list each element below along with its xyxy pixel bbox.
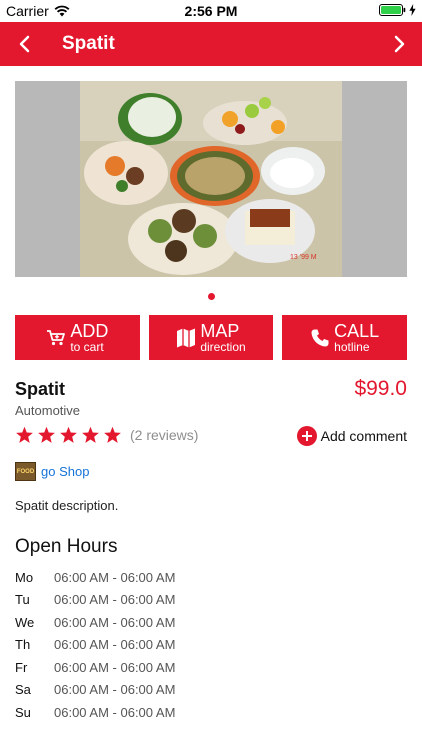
go-shop-label: go Shop bbox=[41, 464, 90, 479]
product-image-carousel[interactable]: 13 '99 M bbox=[15, 81, 407, 277]
star-icon bbox=[104, 426, 121, 443]
hours-row: Su 06:00 AM - 06:00 AM bbox=[15, 701, 315, 724]
hours-row: We 06:00 AM - 06:00 AM bbox=[15, 611, 315, 634]
hours-row: Fr 06:00 AM - 06:00 AM bbox=[15, 656, 315, 679]
map-icon bbox=[177, 328, 196, 347]
hours-day: Mo bbox=[15, 569, 34, 585]
status-right bbox=[379, 4, 416, 16]
open-hours-title: Open Hours bbox=[15, 536, 118, 557]
phone-icon bbox=[311, 329, 329, 346]
product-category: Automotive bbox=[15, 403, 81, 418]
hours-row: Mo 06:00 AM - 06:00 AM bbox=[15, 566, 315, 589]
add-comment-button[interactable]: Add comment bbox=[296, 426, 407, 446]
back-button[interactable] bbox=[10, 30, 38, 58]
product-price: $99.0 bbox=[354, 377, 407, 400]
action-buttons: ADD to cart MAP direction CALL hotline bbox=[15, 315, 408, 360]
hours-day: Su bbox=[15, 704, 31, 720]
star-icon bbox=[60, 426, 77, 443]
hours-day: Tu bbox=[15, 592, 30, 608]
review-count[interactable]: (2 reviews) bbox=[130, 427, 198, 443]
forward-button[interactable] bbox=[386, 30, 414, 58]
hours-time: 06:00 AM - 06:00 AM bbox=[54, 637, 176, 653]
call-hotline-button[interactable]: CALL hotline bbox=[282, 315, 408, 360]
svg-text:13 '99 M: 13 '99 M bbox=[290, 254, 317, 261]
hours-row: Tu 06:00 AM - 06:00 AM bbox=[15, 589, 315, 612]
call-sublabel: hotline bbox=[334, 340, 370, 354]
page-title: Spatit bbox=[62, 33, 115, 54]
hours-time: 06:00 AM - 06:00 AM bbox=[54, 592, 176, 608]
navbar: Spatit bbox=[0, 22, 422, 66]
hours-row: Sa 06:00 AM - 06:00 AM bbox=[15, 679, 315, 702]
add-to-cart-button[interactable]: ADD to cart bbox=[15, 315, 140, 360]
hours-row: Th 06:00 AM - 06:00 AM bbox=[15, 634, 315, 657]
map-label: MAP bbox=[200, 321, 240, 341]
hours-time: 06:00 AM - 06:00 AM bbox=[54, 614, 176, 630]
open-hours-list: Mo 06:00 AM - 06:00 AM Tu 06:00 AM - 06:… bbox=[15, 566, 315, 724]
hours-day: We bbox=[15, 614, 35, 630]
hours-time: 06:00 AM - 06:00 AM bbox=[54, 659, 176, 675]
food-platter-image: 13 '99 M bbox=[80, 81, 342, 277]
add-sublabel: to cart bbox=[70, 340, 104, 354]
star-rating: (2 reviews) bbox=[15, 426, 198, 444]
star-icon bbox=[38, 426, 55, 443]
go-shop-link[interactable]: FOOD go Shop bbox=[15, 462, 89, 481]
add-comment-label: Add comment bbox=[320, 428, 407, 444]
status-bar: Carrier 2:56 PM bbox=[0, 0, 422, 22]
hours-day: Th bbox=[15, 637, 31, 653]
map-direction-button[interactable]: MAP direction bbox=[148, 315, 274, 360]
product-description: Spatit description. bbox=[15, 498, 119, 513]
hours-time: 06:00 AM - 06:00 AM bbox=[54, 682, 176, 698]
status-time: 2:56 PM bbox=[184, 3, 238, 19]
product-name: Spatit bbox=[15, 379, 66, 399]
carousel-page-indicator bbox=[208, 293, 215, 300]
battery-icon bbox=[379, 4, 406, 16]
map-sublabel: direction bbox=[200, 340, 246, 354]
call-label: CALL bbox=[334, 321, 380, 341]
add-label: ADD bbox=[70, 321, 109, 341]
hours-time: 06:00 AM - 06:00 AM bbox=[54, 704, 176, 720]
chevron-right-icon bbox=[394, 35, 405, 53]
star-icon bbox=[16, 426, 33, 443]
plus-circle-icon bbox=[296, 426, 317, 446]
hours-day: Sa bbox=[15, 682, 31, 698]
star-icon bbox=[82, 426, 99, 443]
cart-icon bbox=[47, 329, 66, 345]
shop-logo: FOOD bbox=[15, 462, 36, 481]
hours-time: 06:00 AM - 06:00 AM bbox=[54, 569, 176, 585]
chevron-left-icon bbox=[19, 35, 30, 53]
charging-icon bbox=[409, 4, 416, 16]
hours-day: Fr bbox=[15, 659, 28, 675]
product-photo: 13 '99 M bbox=[80, 81, 342, 277]
